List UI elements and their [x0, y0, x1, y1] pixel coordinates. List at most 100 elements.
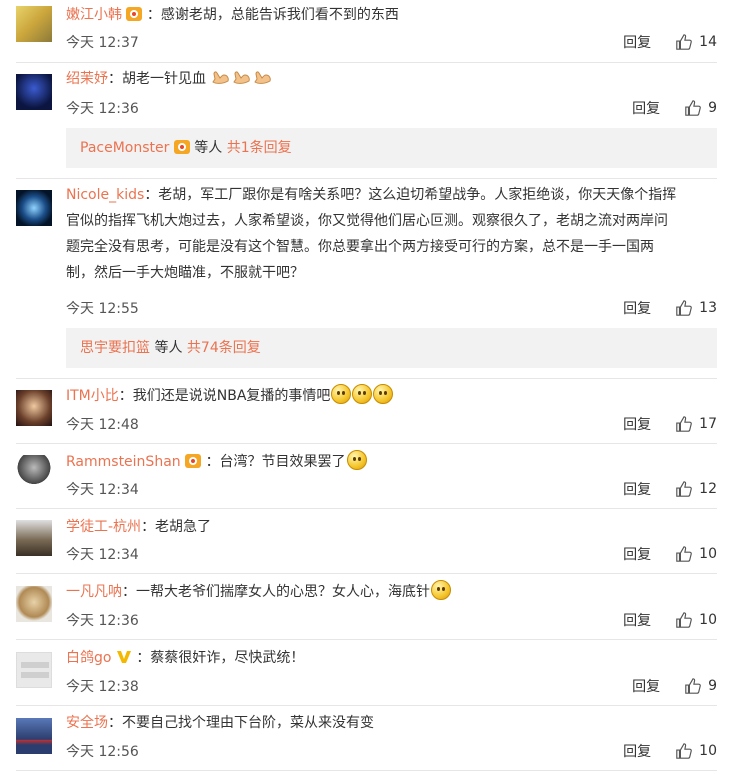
- comment-time: 今天 12:38: [66, 679, 139, 695]
- divider: [16, 770, 717, 771]
- like-button[interactable]: 10: [675, 742, 717, 760]
- thinking-emoji-icon: [431, 580, 451, 600]
- like-button[interactable]: 9: [684, 677, 717, 695]
- like-button[interactable]: 10: [675, 611, 717, 629]
- divider: [16, 62, 717, 63]
- comment-username[interactable]: Nicole_kids: [66, 187, 144, 203]
- comment-text: ：感谢老胡，总能告诉我们看不到的东西: [146, 7, 399, 23]
- like-button[interactable]: 10: [675, 545, 717, 563]
- reply-button[interactable]: 回复: [623, 544, 651, 564]
- avatar[interactable]: [16, 520, 52, 556]
- reply-button[interactable]: 回复: [632, 676, 660, 696]
- comment-time: 今天 12:48: [66, 417, 139, 433]
- divider: [16, 705, 717, 706]
- thumbs-up-icon: [676, 743, 693, 759]
- thumbs-up-icon: [676, 612, 693, 628]
- comment-time: 今天 12:37: [66, 35, 139, 51]
- reply-button[interactable]: 回复: [623, 32, 651, 52]
- thumbs-up-icon: [676, 300, 693, 316]
- reply-button[interactable]: 回复: [623, 298, 651, 318]
- like-count: 9: [708, 100, 717, 116]
- comment-time: 今天 12:34: [66, 482, 139, 498]
- comment-text: ：我们还是说说NBA复播的事情吧: [118, 388, 331, 404]
- reply-button[interactable]: 回复: [623, 414, 651, 434]
- smile-emoji-icon: [352, 384, 373, 404]
- flexed-arm-icon: [212, 71, 230, 84]
- comment-username[interactable]: 嫩江小韩: [66, 7, 122, 23]
- reply-button[interactable]: 回复: [623, 741, 651, 761]
- comment-text: ：胡老一针见血: [108, 71, 206, 87]
- flexed-arm-icon: [233, 71, 251, 84]
- avatar[interactable]: [16, 586, 52, 622]
- sub-reply-middle: 等人: [154, 340, 183, 356]
- comment-username[interactable]: 安全场: [66, 715, 108, 731]
- reply-button[interactable]: 回复: [632, 98, 660, 118]
- like-button[interactable]: 13: [675, 299, 717, 317]
- flexed-arm-icon: [254, 71, 272, 84]
- thumbs-up-icon: [685, 100, 701, 116]
- thumbs-up-icon: [676, 34, 693, 50]
- comment-username[interactable]: 绍茉妤: [66, 71, 108, 87]
- comment-text: ：老胡急了: [141, 519, 212, 535]
- thumbs-up-icon: [676, 481, 693, 497]
- smile-emoji-icon: [373, 384, 394, 404]
- comment-username[interactable]: 一凡凡呐: [66, 584, 122, 600]
- avatar[interactable]: [16, 74, 52, 110]
- comment-username[interactable]: 学徒工-杭州: [66, 519, 141, 535]
- thumbs-up-icon: [685, 678, 701, 694]
- vip-icon: [173, 140, 190, 154]
- sub-reply-count-link[interactable]: 共1条回复: [227, 140, 292, 156]
- vip-icon: [185, 454, 202, 468]
- thumbs-up-icon: [676, 546, 693, 562]
- divider: [16, 178, 717, 179]
- comment-time: 今天 12:55: [66, 301, 139, 317]
- avatar[interactable]: [16, 718, 52, 754]
- comment-text: ：一帮大老爷们揣摩女人的心思？女人心，海底针: [122, 584, 430, 600]
- divider: [16, 508, 717, 509]
- comment-text-line: 制，然后一手大炮瞄准，不服就干吧？: [66, 265, 304, 281]
- sub-reply-middle: 等人: [194, 140, 223, 156]
- sub-reply-summary[interactable]: 思宇要扣篮 等人 共74条回复: [66, 328, 717, 368]
- comment-text: ：不要自己找个理由下台阶，菜从来没有变: [108, 715, 374, 731]
- thumbs-up-icon: [676, 416, 693, 432]
- sub-reply-user[interactable]: PaceMonster: [80, 140, 169, 156]
- comment-username[interactable]: 白鸽go: [66, 650, 111, 666]
- like-count: 17: [699, 416, 717, 432]
- vip-icon: [126, 7, 143, 21]
- sub-reply-count-link[interactable]: 共74条回复: [187, 340, 261, 356]
- avatar[interactable]: [16, 6, 52, 42]
- divider: [16, 443, 717, 444]
- comment-username[interactable]: ITM小比: [66, 388, 119, 404]
- comment-time: 今天 12:56: [66, 744, 139, 760]
- like-button[interactable]: 12: [675, 480, 717, 498]
- comment-text-line: ：老胡，军工厂跟你是有啥关系吧？这么迫切希望战争。人家拒绝谈，你天天像个指挥: [144, 187, 677, 203]
- reply-button[interactable]: 回复: [623, 610, 651, 630]
- like-count: 9: [708, 678, 717, 694]
- comment-time: 今天 12:36: [66, 613, 139, 629]
- like-button[interactable]: 17: [675, 415, 717, 433]
- divider: [16, 639, 717, 640]
- sub-reply-summary[interactable]: PaceMonster 等人 共1条回复: [66, 128, 717, 168]
- reply-button[interactable]: 回复: [623, 479, 651, 499]
- comment-text: ：台湾？节目效果罢了: [205, 454, 346, 470]
- comment-username[interactable]: RammsteinShan: [66, 454, 181, 470]
- comment-text: ：蔡蔡很奸诈，尽快武统！: [136, 650, 305, 666]
- like-count: 14: [699, 34, 717, 50]
- avatar[interactable]: [16, 190, 52, 226]
- comment-time: 今天 12:34: [66, 547, 139, 563]
- like-count: 10: [699, 612, 717, 628]
- default-avatar-image: [21, 662, 49, 678]
- avatar[interactable]: [16, 652, 52, 688]
- like-button[interactable]: 9: [684, 99, 717, 117]
- divider: [16, 573, 717, 574]
- smile-emoji-icon: [331, 384, 352, 404]
- sub-reply-user[interactable]: 思宇要扣篮: [80, 340, 150, 356]
- avatar[interactable]: [16, 390, 52, 426]
- comment-text-line: 题完全没有思考，可能是没有这个智慧。你总要拿出个两方接受可行的方案，总不是一手一…: [66, 239, 654, 255]
- avatar[interactable]: [16, 455, 52, 491]
- like-button[interactable]: 14: [675, 33, 717, 51]
- verified-v-icon: [116, 651, 131, 663]
- comment-text-line: 官似的指挥飞机大炮过去，人家希望谈，你又觉得他们居心叵测。观察很久了，老胡之流对…: [66, 213, 668, 229]
- like-count: 12: [699, 481, 717, 497]
- like-count: 13: [699, 300, 717, 316]
